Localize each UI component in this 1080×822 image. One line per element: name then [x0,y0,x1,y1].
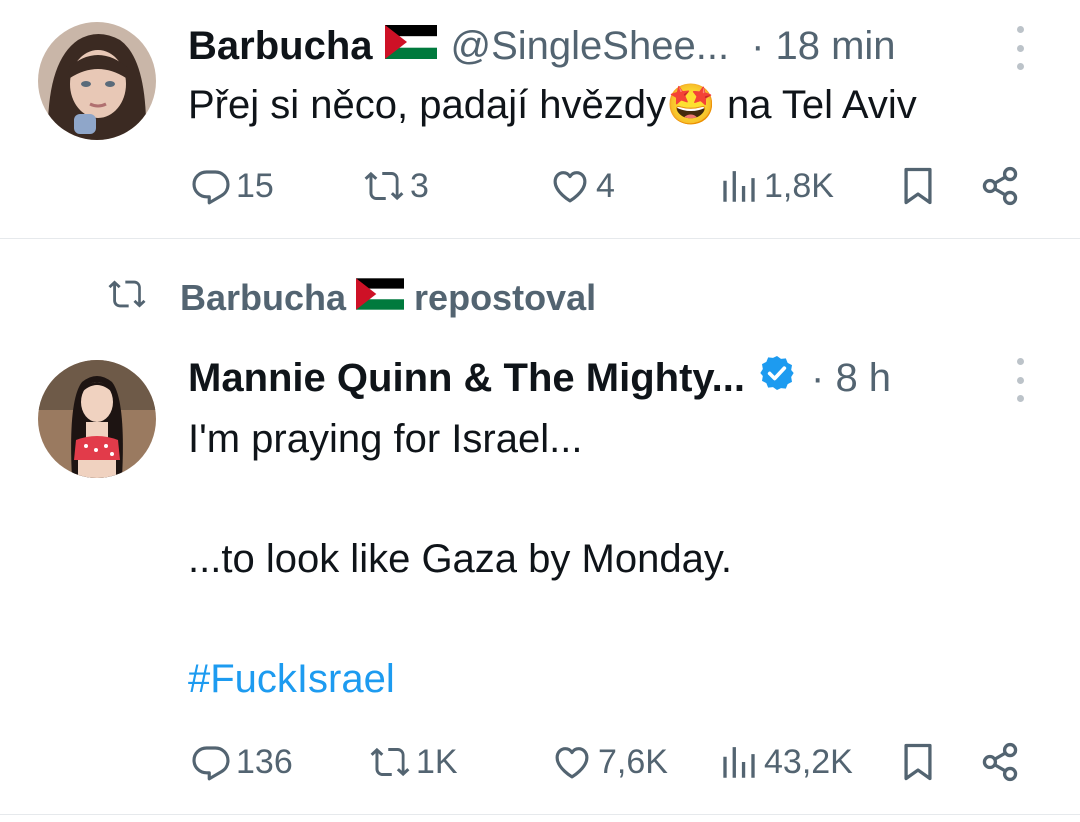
verified-badge-icon [757,353,797,403]
share-button[interactable] [978,156,1022,216]
bookmark-button[interactable] [896,732,940,792]
bookmark-icon [896,740,940,784]
repost-by-name[interactable]: Barbucha [180,277,346,319]
share-button[interactable] [978,732,1022,792]
views-button[interactable]: 43,2K [718,732,853,792]
handle[interactable]: @SingleShee... [451,24,730,69]
like-icon [548,165,592,207]
tweet-divider [0,814,1080,815]
like-icon [550,741,594,783]
tweet-actions: 15 3 4 1,8K [0,156,1080,216]
display-name[interactable]: Barbucha [188,24,373,69]
avatar[interactable] [38,360,156,478]
repost-count: 1K [416,742,458,781]
palestine-flag-icon [356,277,405,319]
reply-count: 15 [236,166,274,205]
views-button[interactable]: 1,8K [718,156,834,216]
tweet-header: Mannie Quinn & The Mighty... · 8 h [188,350,891,406]
reply-button[interactable]: 136 [190,732,293,792]
more-icon[interactable] [1010,26,1030,70]
tweet-1[interactable]: Barbucha @SingleShee... · 18 min Přej si… [0,0,1080,238]
repost-icon [368,741,412,783]
repost-button[interactable]: 3 [362,156,429,216]
views-icon [718,741,760,783]
repost-button[interactable]: 1K [368,732,458,792]
like-count: 4 [596,166,615,205]
hashtag-link[interactable]: #FuckIsrael [188,650,395,708]
display-name[interactable]: Mannie Quinn & The Mighty... [188,356,745,401]
repost-indicator[interactable]: Barbucha repostoval [104,270,596,326]
tweet-text-line-1: I'm praying for Israel... [188,417,583,461]
tweet-text: Přej si něco, padají hvězdy🤩 na Tel Aviv [188,83,917,127]
bookmark-button[interactable] [896,156,940,216]
timestamp[interactable]: · 18 min [751,24,896,69]
more-icon[interactable] [1010,358,1030,402]
views-icon [718,165,760,207]
reply-icon [190,741,232,783]
share-icon [978,164,1022,208]
tweet-header: Barbucha @SingleShee... · 18 min [188,18,896,74]
repost-icon [362,165,406,207]
tweet-text-line-2: ...to look like Gaza by Monday. [188,537,732,581]
repost-icon [104,274,150,323]
reply-count: 136 [236,742,293,781]
share-icon [978,740,1022,784]
like-button[interactable]: 7,6K [550,732,668,792]
timestamp[interactable]: · 8 h [811,356,891,401]
reply-button[interactable]: 15 [190,156,274,216]
reply-icon [190,165,232,207]
tweet-actions: 136 1K 7,6K 43,2K [0,732,1080,792]
avatar[interactable] [38,22,156,140]
like-button[interactable]: 4 [548,156,615,216]
views-count: 1,8K [764,166,834,205]
bookmark-icon [896,164,940,208]
repost-count: 3 [410,166,429,205]
palestine-flag-icon [384,24,437,69]
repost-label: repostoval [414,277,597,318]
views-count: 43,2K [764,742,853,781]
like-count: 7,6K [598,742,668,781]
